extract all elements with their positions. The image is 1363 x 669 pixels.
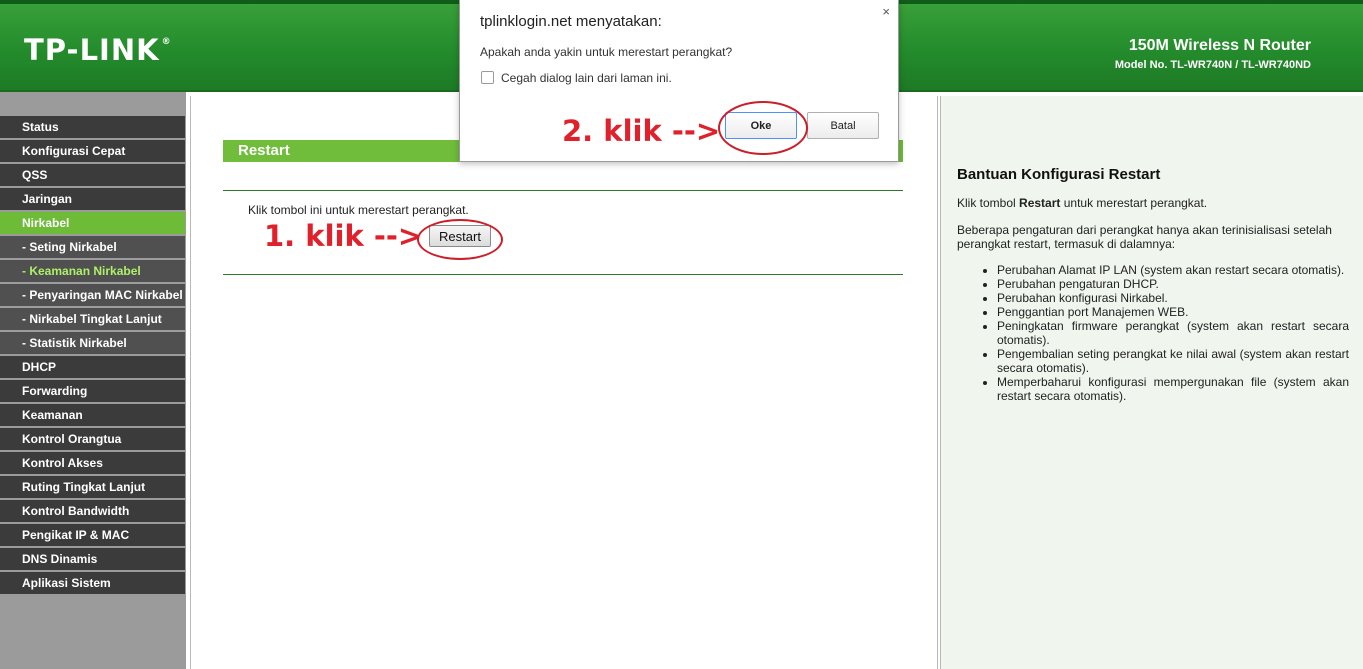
- sidebar-item-kontrol-bandwidth[interactable]: Kontrol Bandwidth: [0, 500, 185, 522]
- restart-description: Klik tombol ini untuk merestart perangka…: [248, 203, 469, 217]
- help-list: Perubahan Alamat IP LAN (system akan res…: [957, 263, 1349, 403]
- sidebar-subitem-statistik-nirkabel[interactable]: - Statistik Nirkabel: [0, 332, 185, 354]
- dialog-message: Apakah anda yakin untuk merestart perang…: [480, 45, 733, 59]
- sidebar-item-status[interactable]: Status: [0, 116, 185, 138]
- annotation-step-2: 2. klik -->: [562, 114, 721, 148]
- sidebar-item-dhcp[interactable]: DHCP: [0, 356, 185, 378]
- sidebar-item-jaringan[interactable]: Jaringan: [0, 188, 185, 210]
- logo-text: TP-LINK: [24, 33, 160, 67]
- help-paragraph: Beberapa pengaturan dari perangkat hanya…: [957, 223, 1332, 251]
- help-panel: Bantuan Konfigurasi Restart Klik tombol …: [940, 96, 1363, 669]
- help-intro-post: untuk merestart perangkat.: [1060, 196, 1208, 210]
- help-list-item: Peningkatan firmware perangkat (system a…: [997, 319, 1349, 347]
- divider-bottom: [223, 274, 903, 275]
- sidebar-item-keamanan[interactable]: Keamanan: [0, 404, 185, 426]
- sidebar-item-konfigurasi-cepat[interactable]: Konfigurasi Cepat: [0, 140, 185, 162]
- tplink-logo: TP-LINK ®: [24, 33, 172, 67]
- help-list-item: Memperbaharui konfigurasi mempergunakan …: [997, 375, 1349, 403]
- sidebar-item-nirkabel[interactable]: Nirkabel: [0, 212, 185, 234]
- divider-top: [223, 190, 903, 191]
- registered-mark: ®: [161, 37, 172, 47]
- prevent-dialogs-checkbox[interactable]: [481, 71, 494, 84]
- help-intro-pre: Klik tombol: [957, 196, 1020, 210]
- prevent-dialogs-label[interactable]: Cegah dialog lain dari laman ini.: [501, 71, 672, 85]
- help-list-item: Pengembalian seting perangkat ke nilai a…: [997, 347, 1349, 375]
- help-intro-bold: Restart: [1019, 196, 1061, 210]
- sidebar-item-aplikasi-sistem[interactable]: Aplikasi Sistem: [0, 572, 185, 594]
- sidebar-subitem-seting-nirkabel[interactable]: - Seting Nirkabel: [0, 236, 185, 258]
- sidebar-menu: Status Konfigurasi Cepat QSS Jaringan Ni…: [0, 116, 185, 596]
- close-icon[interactable]: ×: [882, 4, 890, 19]
- help-title: Bantuan Konfigurasi Restart: [957, 166, 1161, 183]
- sidebar-subitem-nirkabel-lanjut[interactable]: - Nirkabel Tingkat Lanjut: [0, 308, 185, 330]
- help-list-item: Perubahan Alamat IP LAN (system akan res…: [997, 263, 1349, 277]
- sidebar-item-ruting-lanjut[interactable]: Ruting Tingkat Lanjut: [0, 476, 185, 498]
- sidebar-item-qss[interactable]: QSS: [0, 164, 185, 186]
- annotation-circle-restart: [417, 219, 503, 260]
- sidebar-item-dns-dinamis[interactable]: DNS Dinamis: [0, 548, 185, 570]
- help-list-item: Perubahan pengaturan DHCP.: [997, 277, 1349, 291]
- help-list-item: Perubahan konfigurasi Nirkabel.: [997, 291, 1349, 305]
- main-content: Restart Klik tombol ini untuk merestart …: [190, 96, 938, 669]
- product-title: 150M Wireless N Router: [1128, 37, 1311, 54]
- model-number: Model No. TL-WR740N / TL-WR740ND: [1114, 59, 1311, 71]
- help-list-item: Penggantian port Manajemen WEB.: [997, 305, 1349, 319]
- dialog-title: tplinklogin.net menyatakan:: [480, 13, 662, 30]
- sidebar-item-kontrol-akses[interactable]: Kontrol Akses: [0, 452, 185, 474]
- sidebar-item-pengikat-ip-mac[interactable]: Pengikat IP & MAC: [0, 524, 185, 546]
- cancel-button[interactable]: Batal: [807, 112, 879, 139]
- annotation-step-1: 1. klik -->: [264, 219, 423, 253]
- sidebar-subitem-keamanan-nirkabel[interactable]: - Keamanan Nirkabel: [0, 260, 185, 282]
- sidebar-item-forwarding[interactable]: Forwarding: [0, 380, 185, 402]
- help-intro: Klik tombol Restart untuk merestart pera…: [957, 196, 1349, 210]
- annotation-circle-ok: [718, 101, 808, 155]
- sidebar-item-kontrol-orangtua[interactable]: Kontrol Orangtua: [0, 428, 185, 450]
- sidebar-subitem-penyaringan-mac[interactable]: - Penyaringan MAC Nirkabel: [0, 284, 185, 306]
